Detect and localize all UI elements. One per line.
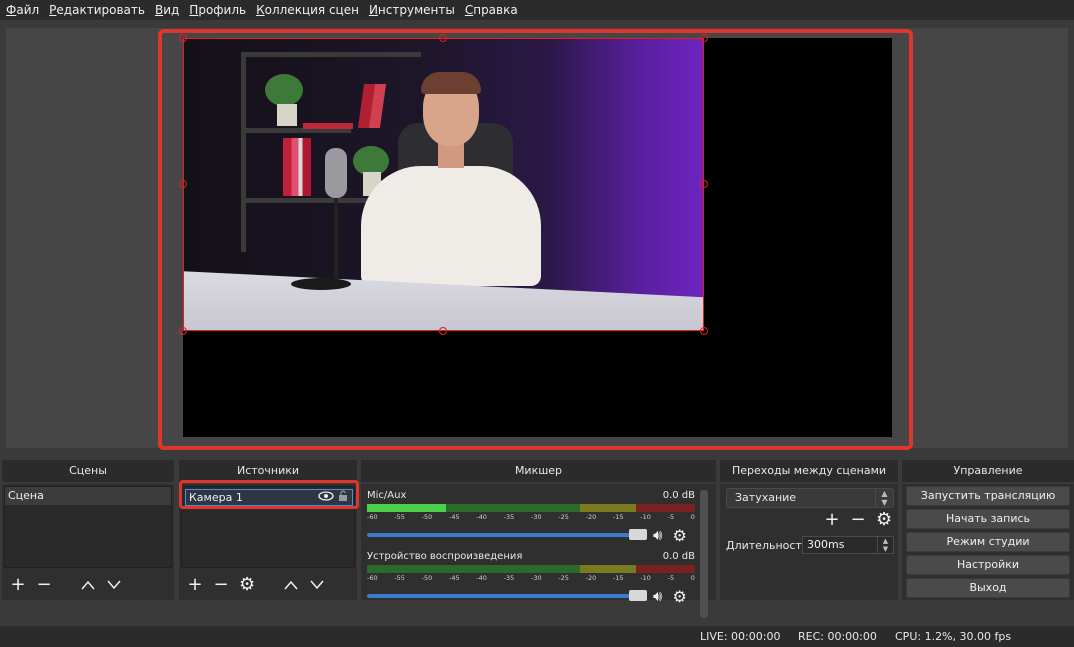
meter-tick-label: -50: [421, 574, 433, 582]
speaker-icon[interactable]: 🔊︎: [653, 526, 662, 544]
duration-label: Длительность: [726, 539, 809, 552]
duration-input[interactable]: 300ms ▲ ▼: [802, 536, 894, 554]
meter-tick-label: -60: [367, 574, 378, 582]
slider-handle[interactable]: [629, 590, 647, 601]
gear-icon[interactable]: ⚙: [672, 526, 686, 545]
transitions-dock: Переходы между сценами Затухание ▲ ▼ + − …: [720, 460, 898, 600]
meter-tick-label: -50: [421, 513, 433, 521]
move-down-icon[interactable]: [309, 577, 325, 593]
meter-tick-label: -45: [448, 513, 460, 521]
move-up-icon[interactable]: [283, 577, 299, 593]
gear-icon[interactable]: ⚙: [876, 511, 892, 529]
rec-status: REC: 00:00:00: [798, 630, 877, 643]
meter-tick-label: -25: [558, 513, 569, 521]
menu-profile[interactable]: Профиль: [187, 3, 254, 17]
move-down-icon[interactable]: [106, 577, 122, 593]
add-icon[interactable]: +: [824, 511, 840, 529]
meter-ticks: -60 -55 -50 -45 -40 -35 -30 -25 -20 -15 -10 -5 0: [367, 574, 695, 584]
move-up-icon[interactable]: [80, 577, 96, 593]
meter-tick-label: 0: [690, 574, 695, 582]
remove-icon[interactable]: −: [36, 576, 52, 594]
meter-tick-label: -10: [640, 513, 651, 521]
scenes-list[interactable]: Сцена: [4, 486, 172, 568]
duration-value: 300ms: [807, 538, 845, 551]
meter-tick-label: -45: [448, 574, 460, 582]
channel-name: Mic/Aux: [367, 490, 407, 501]
menu-view[interactable]: Вид: [153, 3, 187, 17]
meter-tick-label: -30: [530, 513, 542, 521]
gear-icon[interactable]: ⚙: [672, 587, 686, 606]
meter-tick-label: -40: [476, 574, 487, 582]
sources-title: Источники: [179, 460, 357, 482]
meter-tick-label: -40: [476, 513, 487, 521]
spin-arrows-icon[interactable]: ▲ ▼: [875, 489, 893, 507]
meter-tick-label: -35: [503, 513, 515, 521]
speaker-icon[interactable]: 🔊︎: [653, 587, 662, 605]
meter-tick-label: -10: [640, 574, 651, 582]
slider-handle[interactable]: [629, 529, 647, 540]
volume-meter: [367, 565, 695, 573]
add-icon[interactable]: +: [10, 576, 26, 594]
mixer-title: Микшер: [361, 460, 716, 482]
transition-selected: Затухание: [735, 491, 797, 504]
meter-tick-label: -25: [558, 574, 569, 582]
meter-tick-label: -5: [667, 574, 675, 582]
start-streaming-button[interactable]: Запустить трансляцию: [906, 486, 1070, 506]
scenes-dock: Сцены Сцена + −: [2, 460, 174, 600]
scene-item[interactable]: Сцена: [5, 487, 171, 505]
scenes-title: Сцены: [2, 460, 174, 482]
mixer-channel: Устройство воспроизведения 0.0 dB -60 -55…: [367, 551, 695, 606]
source-highlight-frame: [179, 480, 359, 509]
menu-file[interactable]: Файл: [4, 3, 47, 17]
meter-tick-label: -35: [503, 574, 515, 582]
meter-ticks: -60 -55 -50 -45 -40 -35 -30 -25 -20 -15 -10 -5 0: [367, 513, 695, 523]
menu-scene-collection[interactable]: Коллекция сцен: [254, 3, 367, 17]
remove-icon[interactable]: −: [850, 511, 866, 529]
studio-mode-button[interactable]: Режим студии: [906, 532, 1070, 552]
meter-tick-label: -60: [367, 513, 378, 521]
gear-icon[interactable]: ⚙: [239, 576, 255, 594]
controls-dock: Управление Запустить трансляцию Начать з…: [902, 460, 1074, 600]
meter-tick-label: -5: [667, 513, 675, 521]
menu-bar: Файл Редактировать Вид Профиль Коллекция…: [0, 0, 1074, 20]
start-recording-button[interactable]: Начать запись: [906, 509, 1070, 529]
meter-tick-label: -15: [612, 574, 624, 582]
remove-icon[interactable]: −: [213, 576, 229, 594]
transition-select[interactable]: Затухание ▲ ▼: [726, 488, 894, 508]
meter-tick-label: -55: [394, 574, 405, 582]
controls-title: Управление: [902, 460, 1074, 482]
meter-tick-label: -15: [612, 513, 624, 521]
meter-tick-label: -30: [530, 574, 542, 582]
live-status: LIVE: 00:00:00: [700, 630, 781, 643]
exit-button[interactable]: Выход: [906, 578, 1070, 598]
meter-level: [367, 508, 446, 512]
cpu-status: CPU: 1.2%, 30.00 fps: [895, 630, 1012, 643]
meter-tick-label: -20: [585, 513, 597, 521]
volume-slider[interactable]: [367, 590, 647, 601]
channel-db: 0.0 dB: [662, 551, 695, 562]
preview-highlight-frame: [158, 29, 913, 450]
volume-slider[interactable]: [367, 529, 647, 540]
spin-arrows-icon[interactable]: ▲ ▼: [877, 537, 893, 553]
channel-db: 0.0 dB: [662, 490, 695, 501]
volume-meter: [367, 504, 695, 512]
menu-edit[interactable]: Редактировать: [47, 3, 153, 17]
meter-tick-label: -55: [394, 513, 405, 521]
transitions-title: Переходы между сценами: [720, 460, 898, 482]
scenes-toolbar: + −: [4, 570, 172, 600]
settings-button[interactable]: Настройки: [906, 555, 1070, 575]
add-icon[interactable]: +: [187, 576, 203, 594]
channel-name: Устройство воспроизведения: [367, 551, 523, 562]
meter-tick-label: 0: [690, 513, 695, 521]
mixer-scrollbar[interactable]: [700, 490, 708, 618]
mixer-dock: Микшер Mic/Aux 0.0 dB -60 -55 -50 -45 -40 -35…: [361, 460, 716, 618]
menu-tools[interactable]: Инструменты: [367, 3, 463, 17]
mixer-channel: Mic/Aux 0.0 dB -60 -55 -50 -45 -40 -35 -30 -25-…: [367, 490, 695, 545]
menu-help[interactable]: Справка: [463, 3, 526, 17]
status-bar: LIVE: 00:00:00 REC: 00:00:00 CPU: 1.2%, …: [0, 626, 1074, 647]
sources-toolbar: + − ⚙: [181, 570, 355, 600]
meter-tick-label: -20: [585, 574, 597, 582]
